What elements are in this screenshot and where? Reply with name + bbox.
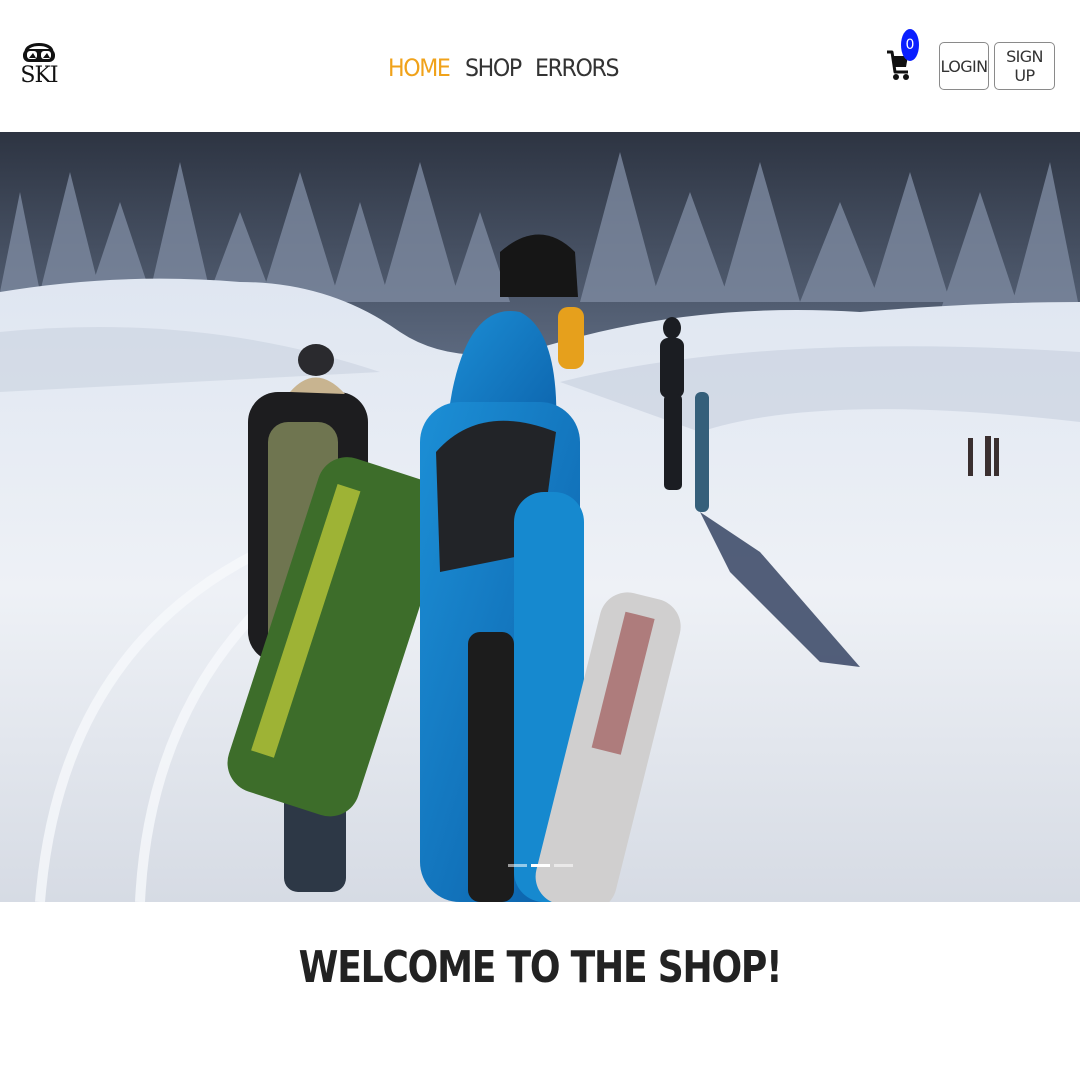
carousel-slide-image [0, 132, 1080, 902]
brand-logo[interactable]: SKI [20, 38, 59, 94]
login-button[interactable]: LOGIN [939, 42, 989, 90]
welcome-heading: WELCOME TO THE SHOP! [298, 942, 783, 993]
brand-text: SKI [20, 63, 58, 88]
ski-goggles-logo-icon [23, 43, 55, 62]
carousel-indicator-1[interactable] [508, 864, 527, 867]
carousel-indicators [508, 864, 573, 867]
signup-button[interactable]: SIGN UP [994, 42, 1055, 90]
nav-shop[interactable]: SHOP [465, 50, 522, 86]
navbar: SKI HOME SHOP ERRORS 0 LOGIN SIGN UP [0, 0, 1080, 132]
nav-errors[interactable]: ERRORS [535, 50, 619, 86]
carousel-indicator-3[interactable] [554, 864, 573, 867]
hero-carousel [0, 132, 1080, 902]
cart-count-badge: 0 [901, 29, 919, 61]
nav-home[interactable]: HOME [388, 50, 451, 86]
carousel-indicator-2[interactable] [531, 864, 550, 867]
main-nav: HOME SHOP ERRORS [388, 50, 626, 86]
